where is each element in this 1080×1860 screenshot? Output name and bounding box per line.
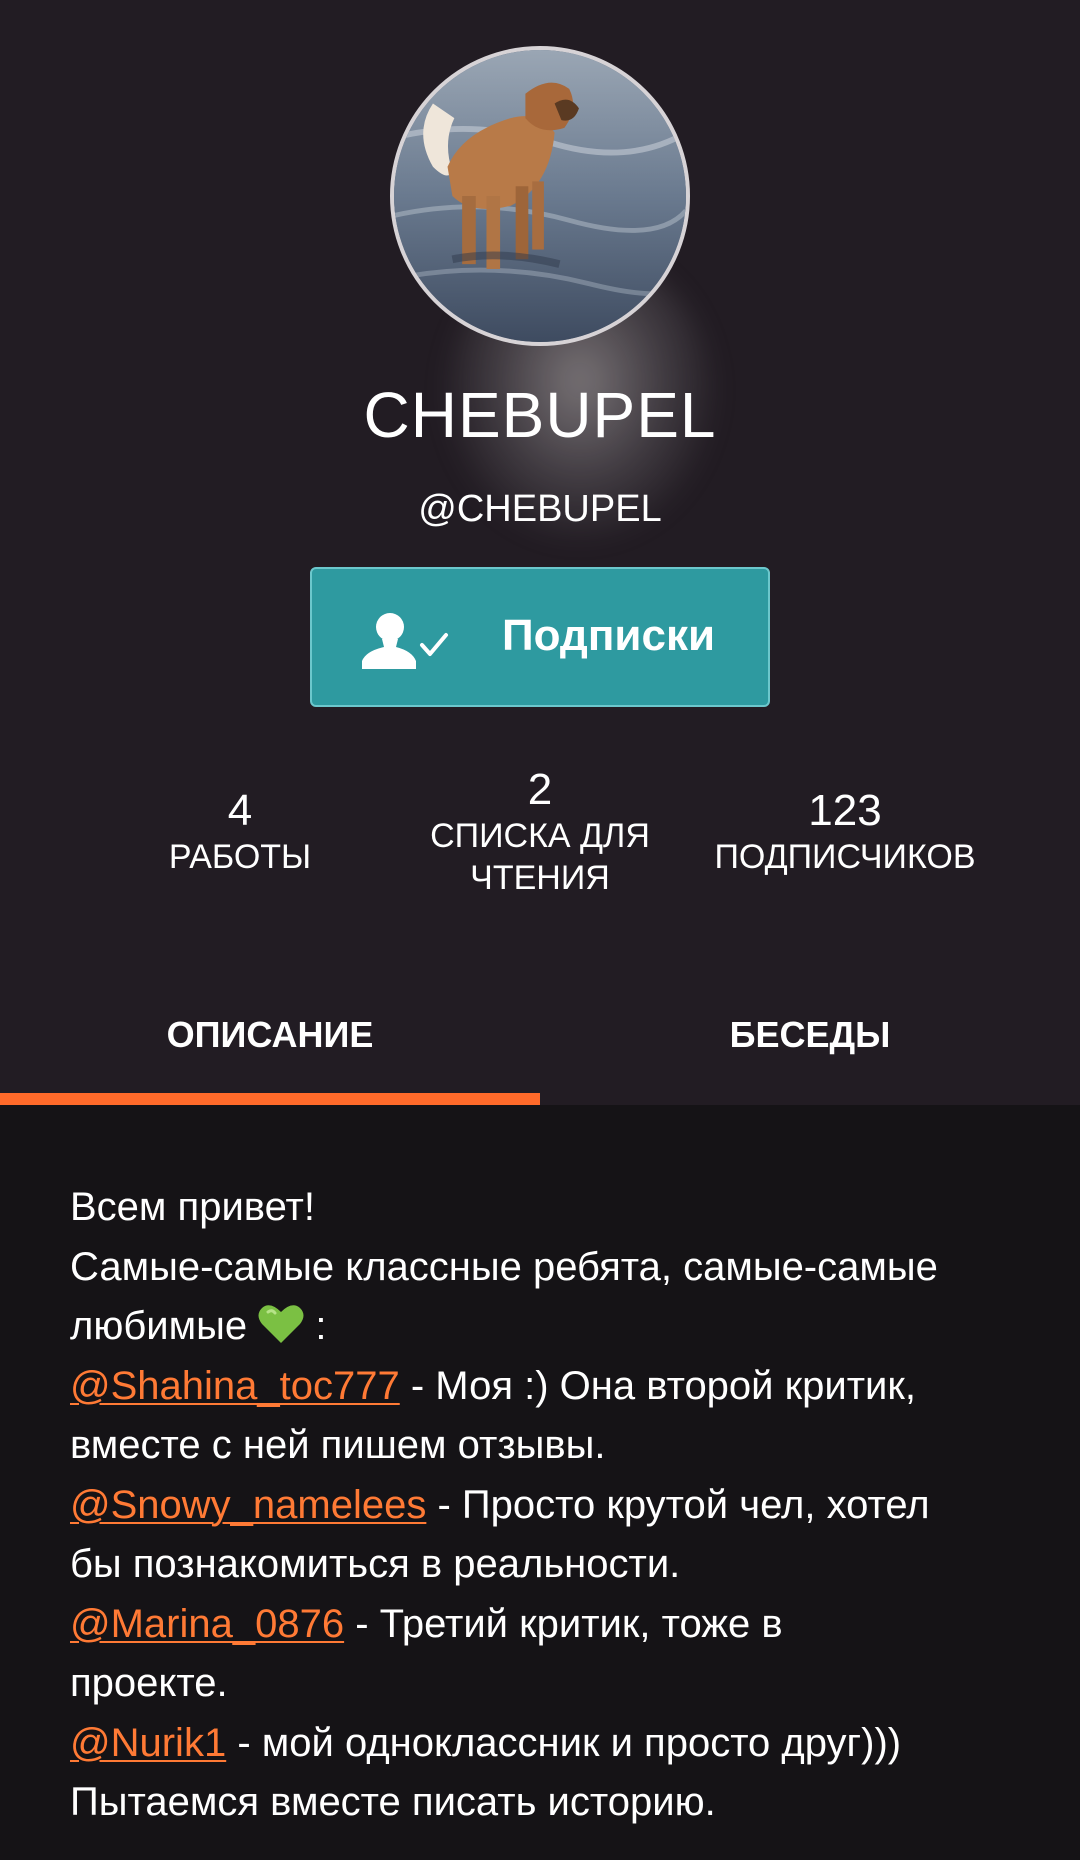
mention-link-snowy[interactable]: @Snowy_namelees (70, 1483, 426, 1527)
mention-link-marina[interactable]: @Marina_0876 (70, 1602, 344, 1646)
stat-works[interactable]: 4 РАБОТЫ (140, 786, 340, 878)
mention-text: - мой одноклассник и просто друг))) (226, 1720, 902, 1765)
stat-reading-lists-label-line2: ЧТЕНИЯ (470, 859, 610, 897)
stat-reading-lists-value: 2 (527, 765, 553, 814)
mention-text-continued: бы познакомиться в реальности. (70, 1542, 681, 1586)
mention-text-continued: проекте. (70, 1661, 228, 1705)
mention-text: - Моя :) Она второй критик, (399, 1363, 916, 1408)
mention-line: @Nurik1 - мой одноклассник и просто друг… (70, 1714, 1030, 1774)
description-intro-line2: любимые : (70, 1297, 1030, 1357)
mention-line: @Shahina_toc777 - Моя :) Она второй крит… (70, 1357, 1030, 1417)
description-intro-tail: : (304, 1304, 327, 1348)
stat-works-label: РАБОТЫ (168, 838, 312, 876)
stat-followers-value: 123 (808, 786, 882, 835)
dog-photo (394, 50, 686, 342)
mention-link-nurik[interactable]: @Nurik1 (70, 1721, 226, 1765)
mention-text: - Третий критик, тоже в (344, 1601, 783, 1646)
mention-text: - Просто крутой чел, хотел (426, 1482, 930, 1527)
profile-description: Всем привет! Самые-самые классные ребята… (70, 1178, 1030, 1833)
stat-reading-lists[interactable]: 2 СПИСКА ДЛЯ ЧТЕНИЯ (400, 765, 680, 899)
stat-works-value: 4 (227, 786, 253, 835)
following-button-label: Подписки (502, 611, 716, 660)
user-check-icon (362, 613, 448, 669)
profile-tabs: ОПИСАНИЕ БЕСЕДЫ (0, 990, 1080, 1105)
profile-header: CHEBUPEL @CHEBUPEL Подписки 4 РАБОТЫ 2 С… (0, 0, 1080, 1105)
mention-line: @Snowy_namelees - Просто крутой чел, хот… (70, 1476, 1030, 1536)
tab-conversations[interactable]: БЕСЕДЫ (540, 990, 1080, 1105)
mention-link-shahina[interactable]: @Shahina_toc777 (70, 1364, 400, 1408)
stat-followers-label: ПОДПИСЧИКОВ (714, 838, 976, 876)
stat-reading-lists-label-line1: СПИСКА ДЛЯ (430, 817, 650, 855)
description-intro-text: любимые (70, 1304, 248, 1348)
mention-text-continued: Пытаемся вместе писать историю. (70, 1780, 716, 1824)
profile-name: CHEBUPEL (363, 379, 717, 451)
mention-text-continued: вместе с ней пишем отзывы. (70, 1423, 606, 1467)
green-heart-icon (258, 1305, 304, 1343)
description-greeting: Всем привет! (70, 1185, 315, 1229)
tab-description[interactable]: ОПИСАНИЕ (0, 990, 540, 1105)
active-tab-indicator (0, 1093, 540, 1105)
profile-handle: @CHEBUPEL (418, 488, 662, 530)
avatar[interactable] (390, 46, 690, 346)
stat-followers[interactable]: 123 ПОДПИСЧИКОВ (690, 786, 1000, 878)
description-intro-line1: Самые-самые классные ребята, самые-самые (70, 1244, 938, 1289)
mention-line: @Marina_0876 - Третий критик, тоже в (70, 1595, 1030, 1655)
following-button[interactable]: Подписки (310, 567, 770, 707)
